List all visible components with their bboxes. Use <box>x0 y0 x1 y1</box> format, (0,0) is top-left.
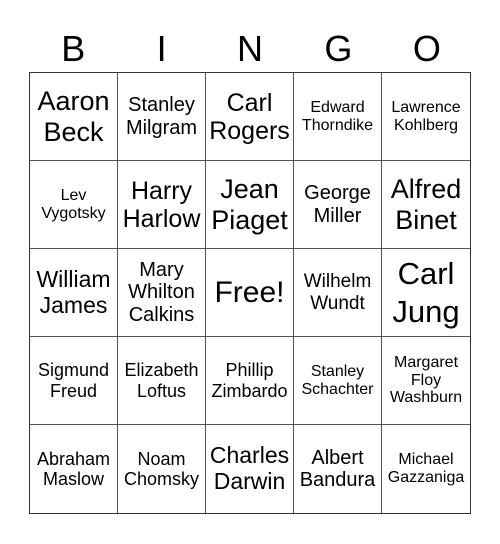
bingo-cell[interactable]: Carl Jung <box>382 249 470 337</box>
bingo-cell[interactable]: Charles Darwin <box>206 425 294 513</box>
header-letter-n: N <box>237 28 264 69</box>
free-space[interactable]: Free! <box>206 249 294 337</box>
bingo-cell[interactable]: Abraham Maslow <box>30 425 118 513</box>
bingo-cell[interactable]: Elizabeth Loftus <box>118 337 206 425</box>
bingo-cell[interactable]: Edward Thorndike <box>294 73 382 161</box>
bingo-cell[interactable]: Sigmund Freud <box>30 337 118 425</box>
bingo-card-grid: Aaron Beck Stanley Milgram Carl Rogers E… <box>29 72 471 514</box>
bingo-cell[interactable]: Carl Rogers <box>206 73 294 161</box>
header-letter-i: I <box>156 28 167 69</box>
header-letter-g: G <box>324 28 353 69</box>
bingo-cell[interactable]: Margaret Floy Washburn <box>382 337 470 425</box>
header-letter-o: O <box>412 28 441 69</box>
bingo-cell[interactable]: George Miller <box>294 161 382 249</box>
bingo-cell[interactable]: Alfred Binet <box>382 161 470 249</box>
bingo-cell[interactable]: Aaron Beck <box>30 73 118 161</box>
bingo-cell[interactable]: Jean Piaget <box>206 161 294 249</box>
bingo-cell[interactable]: Lev Vygotsky <box>30 161 118 249</box>
header-letter-b: B <box>61 28 86 69</box>
bingo-header: B I N G O <box>29 26 471 72</box>
bingo-cell[interactable]: Mary Whilton Calkins <box>118 249 206 337</box>
bingo-cell[interactable]: Phillip Zimbardo <box>206 337 294 425</box>
bingo-cell[interactable]: Noam Chomsky <box>118 425 206 513</box>
bingo-cell[interactable]: Stanley Milgram <box>118 73 206 161</box>
bingo-cell[interactable]: William James <box>30 249 118 337</box>
bingo-cell[interactable]: Albert Bandura <box>294 425 382 513</box>
bingo-cell[interactable]: Michael Gazzaniga <box>382 425 470 513</box>
bingo-cell[interactable]: Wilhelm Wundt <box>294 249 382 337</box>
bingo-cell[interactable]: Harry Harlow <box>118 161 206 249</box>
bingo-cell[interactable]: Stanley Schachter <box>294 337 382 425</box>
bingo-cell[interactable]: Lawrence Kohlberg <box>382 73 470 161</box>
